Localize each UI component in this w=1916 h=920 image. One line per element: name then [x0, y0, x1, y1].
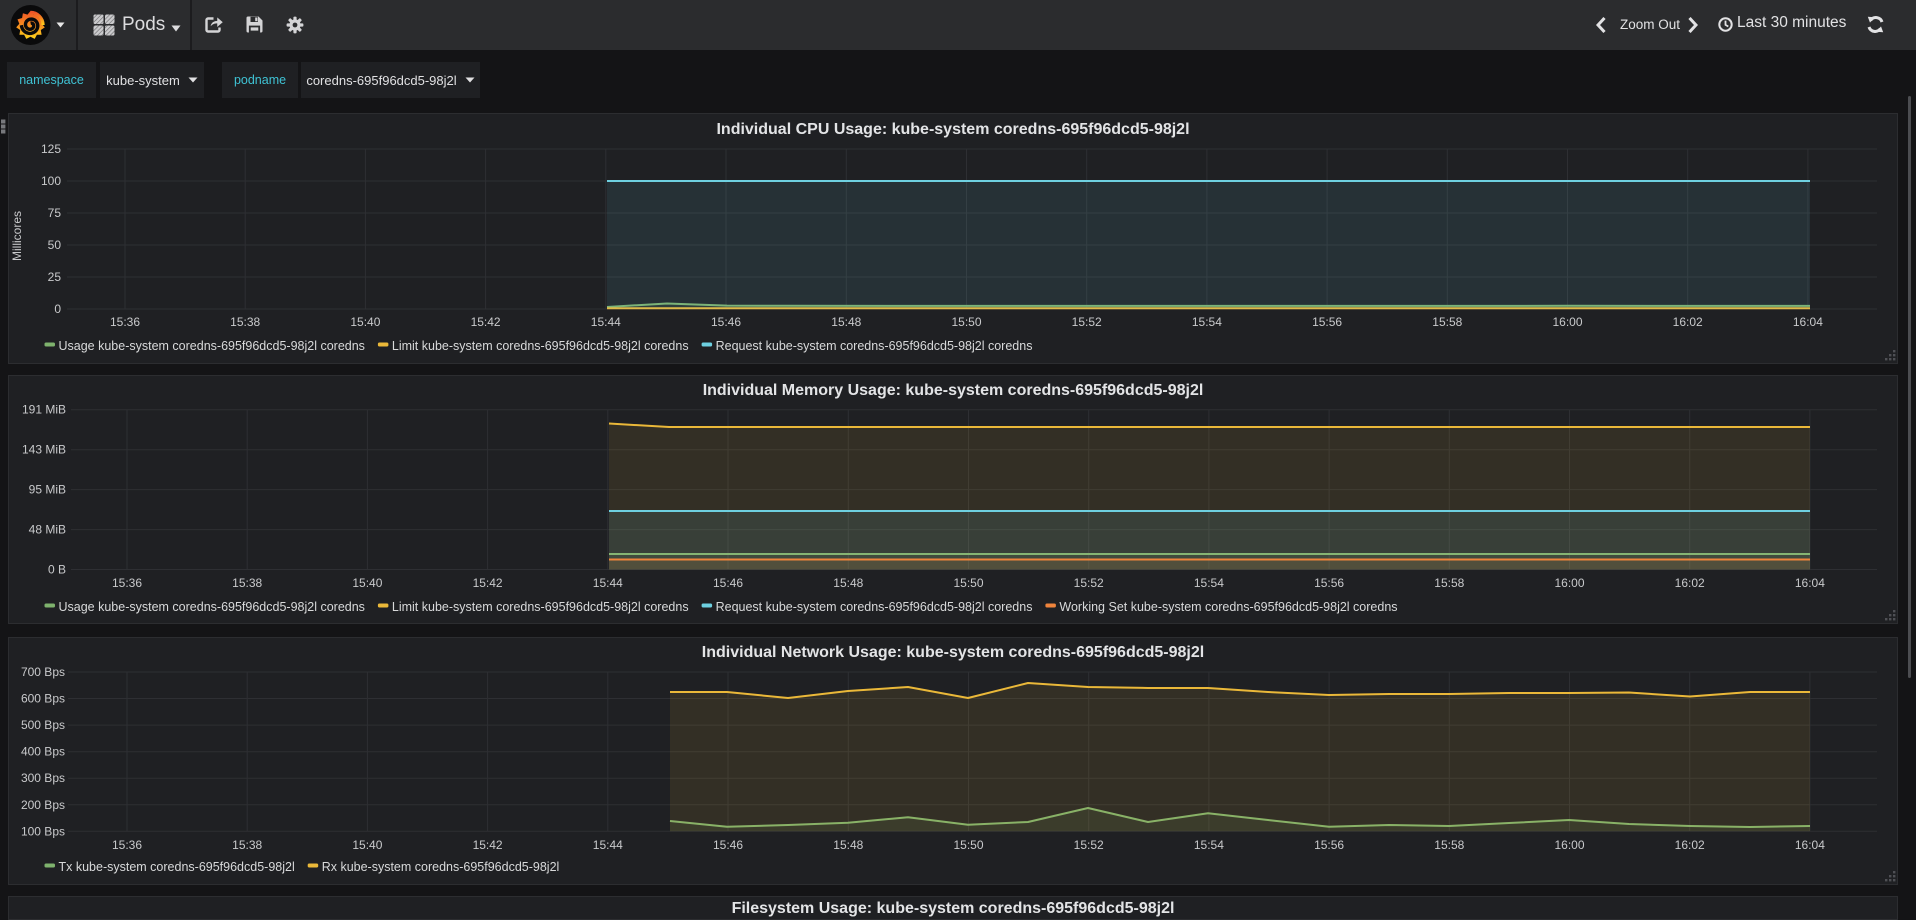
- svg-text:15:48: 15:48: [833, 838, 863, 852]
- svg-text:200 Bps: 200 Bps: [21, 798, 65, 812]
- svg-text:15:54: 15:54: [1194, 576, 1224, 590]
- svg-text:15:38: 15:38: [232, 576, 262, 590]
- svg-text:125: 125: [41, 142, 61, 156]
- svg-text:Individual Network Usage: kube: Individual Network Usage: kube-system co…: [702, 644, 1204, 661]
- svg-text:15:54: 15:54: [1192, 315, 1222, 329]
- svg-text:15:52: 15:52: [1074, 838, 1104, 852]
- svg-text:16:02: 16:02: [1673, 315, 1703, 329]
- svg-text:95 MiB: 95 MiB: [29, 483, 66, 497]
- svg-text:400 Bps: 400 Bps: [21, 745, 65, 759]
- svg-text:0: 0: [54, 302, 61, 316]
- svg-text:Tx kube-system coredns-695f96d: Tx kube-system coredns-695f96dcd5-98j2l: [59, 860, 295, 874]
- svg-text:15:38: 15:38: [232, 838, 262, 852]
- svg-text:15:52: 15:52: [1072, 315, 1102, 329]
- svg-text:16:04: 16:04: [1795, 576, 1825, 590]
- svg-text:Millicores: Millicores: [10, 211, 24, 261]
- svg-text:16:02: 16:02: [1675, 838, 1705, 852]
- svg-text:15:40: 15:40: [350, 315, 380, 329]
- svg-text:600 Bps: 600 Bps: [21, 692, 65, 706]
- svg-text:143 MiB: 143 MiB: [22, 443, 66, 457]
- svg-text:191 MiB: 191 MiB: [22, 403, 66, 417]
- svg-text:0 B: 0 B: [48, 563, 66, 577]
- svg-text:700 Bps: 700 Bps: [21, 665, 65, 679]
- svg-text:Rx kube-system coredns-695f96d: Rx kube-system coredns-695f96dcd5-98j2l: [322, 860, 560, 874]
- svg-text:15:56: 15:56: [1314, 838, 1344, 852]
- svg-text:15:54: 15:54: [1194, 838, 1224, 852]
- svg-text:16:00: 16:00: [1554, 838, 1584, 852]
- svg-text:16:00: 16:00: [1554, 576, 1584, 590]
- svg-text:15:42: 15:42: [473, 576, 503, 590]
- svg-text:Request kube-system coredns-69: Request kube-system coredns-695f96dcd5-9…: [716, 339, 1033, 353]
- svg-text:15:42: 15:42: [473, 838, 503, 852]
- svg-text:500 Bps: 500 Bps: [21, 718, 65, 732]
- svg-text:15:46: 15:46: [711, 315, 741, 329]
- svg-text:15:44: 15:44: [593, 576, 623, 590]
- svg-text:48 MiB: 48 MiB: [29, 523, 66, 537]
- svg-text:15:48: 15:48: [833, 576, 863, 590]
- svg-text:15:44: 15:44: [593, 838, 623, 852]
- svg-text:15:48: 15:48: [831, 315, 861, 329]
- svg-text:Request kube-system coredns-69: Request kube-system coredns-695f96dcd5-9…: [716, 600, 1033, 614]
- svg-text:15:36: 15:36: [110, 315, 140, 329]
- svg-text:15:58: 15:58: [1432, 315, 1462, 329]
- svg-text:15:42: 15:42: [471, 315, 501, 329]
- svg-text:300 Bps: 300 Bps: [21, 771, 65, 785]
- svg-text:75: 75: [48, 206, 62, 220]
- svg-text:15:56: 15:56: [1314, 576, 1344, 590]
- svg-text:15:50: 15:50: [953, 576, 983, 590]
- svg-text:15:36: 15:36: [112, 576, 142, 590]
- svg-text:16:04: 16:04: [1795, 838, 1825, 852]
- svg-text:25: 25: [48, 270, 62, 284]
- svg-text:15:50: 15:50: [951, 315, 981, 329]
- svg-text:Working Set kube-system coredn: Working Set kube-system coredns-695f96dc…: [1059, 600, 1397, 614]
- svg-text:Usage kube-system coredns-695f: Usage kube-system coredns-695f96dcd5-98j…: [59, 339, 365, 353]
- svg-text:15:46: 15:46: [713, 576, 743, 590]
- svg-text:15:44: 15:44: [591, 315, 621, 329]
- svg-text:16:00: 16:00: [1552, 315, 1582, 329]
- svg-text:15:46: 15:46: [713, 838, 743, 852]
- svg-text:Usage kube-system coredns-695f: Usage kube-system coredns-695f96dcd5-98j…: [59, 600, 365, 614]
- svg-text:100: 100: [41, 174, 61, 188]
- svg-text:Limit kube-system coredns-695f: Limit kube-system coredns-695f96dcd5-98j…: [392, 339, 689, 353]
- svg-text:Filesystem Usage: kube-system: Filesystem Usage: kube-system coredns-69…: [732, 900, 1175, 917]
- svg-text:15:40: 15:40: [352, 576, 382, 590]
- svg-text:100 Bps: 100 Bps: [21, 824, 65, 838]
- svg-text:15:58: 15:58: [1434, 838, 1464, 852]
- svg-text:Limit kube-system coredns-695f: Limit kube-system coredns-695f96dcd5-98j…: [392, 600, 689, 614]
- svg-text:50: 50: [48, 238, 62, 252]
- svg-text:15:58: 15:58: [1434, 576, 1464, 590]
- svg-text:16:02: 16:02: [1675, 576, 1705, 590]
- svg-text:15:56: 15:56: [1312, 315, 1342, 329]
- svg-text:15:36: 15:36: [112, 838, 142, 852]
- svg-text:15:38: 15:38: [230, 315, 260, 329]
- svg-text:Individual CPU Usage: kube-sys: Individual CPU Usage: kube-system coredn…: [716, 121, 1189, 138]
- svg-text:16:04: 16:04: [1793, 315, 1823, 329]
- svg-text:Individual Memory Usage: kube-: Individual Memory Usage: kube-system cor…: [703, 382, 1204, 399]
- svg-text:15:40: 15:40: [352, 838, 382, 852]
- svg-text:15:50: 15:50: [953, 838, 983, 852]
- svg-text:15:52: 15:52: [1074, 576, 1104, 590]
